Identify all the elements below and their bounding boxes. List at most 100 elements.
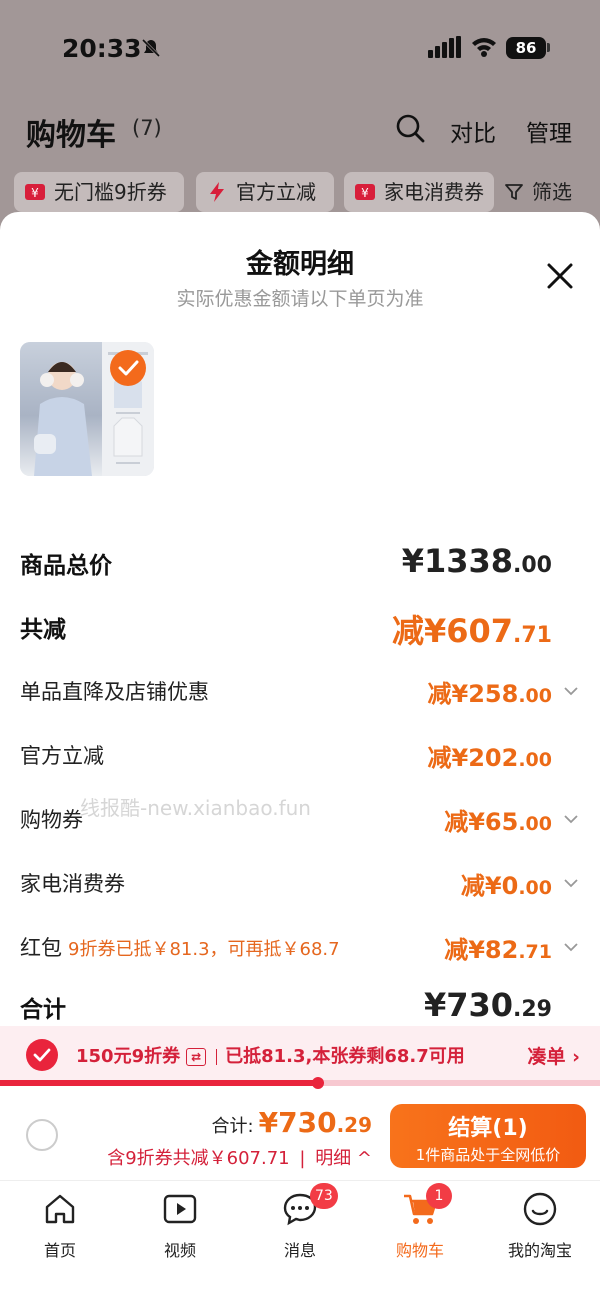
row-label: 家电消费券 — [20, 872, 125, 896]
compare-button[interactable]: 对比 — [450, 114, 496, 148]
battery-tip — [547, 43, 550, 52]
total-line: 合计: ¥730.29 — [211, 1106, 372, 1139]
cart-header: 购物车 (7) 对比 管理 — [0, 100, 600, 156]
message-badge: 73 — [310, 1183, 338, 1209]
tab-home[interactable]: 首页 — [0, 1191, 120, 1261]
home-icon — [45, 1194, 75, 1224]
row-label: 共减 — [20, 617, 66, 643]
total-label: 合计: — [211, 1116, 254, 1137]
row-official-discount: 官方立减 减¥202.00 — [20, 734, 580, 778]
row-label: 单品直降及店铺优惠 — [20, 680, 209, 704]
chevron-down-icon[interactable] — [562, 812, 580, 826]
tab-my-taobao[interactable]: 我的淘宝 — [480, 1191, 600, 1261]
search-icon[interactable] — [394, 112, 426, 144]
filter-icon — [505, 184, 523, 200]
row-label: 购物券 — [20, 808, 83, 832]
tab-label: 消息 — [283, 1241, 316, 1260]
tab-label: 视频 — [163, 1241, 196, 1260]
red-packet-note: 9折券已抵￥81.3，可再抵￥68.7 — [68, 939, 340, 960]
row-label: 合计 — [20, 997, 66, 1023]
close-icon[interactable] — [540, 256, 580, 296]
checkout-sublabel: 1件商品处于全网低价 — [415, 1146, 561, 1164]
battery-level: 86 — [506, 37, 546, 59]
filter-button[interactable]: 筛选 — [498, 172, 572, 212]
row-total-price: 商品总价 ¥1338.00 — [20, 540, 580, 584]
filter-chip-label: 官方立减 — [236, 180, 316, 204]
row-store-discount[interactable]: 单品直降及店铺优惠 减¥258.00 — [20, 670, 580, 714]
filter-chip-label: 无门槛9折券 — [54, 180, 167, 204]
cart-count: (7) — [132, 116, 162, 140]
profile-icon — [523, 1192, 557, 1226]
row-value: 减¥202.00 — [427, 744, 552, 772]
coupon-check-icon[interactable] — [26, 1039, 58, 1071]
coupon-progress-fill — [0, 1080, 318, 1086]
model-illustration — [34, 362, 92, 476]
row-value: 减¥82.71 — [444, 936, 552, 964]
coupon-icon: ¥ — [25, 184, 45, 200]
page-title: 购物车 — [26, 118, 116, 153]
coupon-icon: ¥ — [355, 184, 375, 200]
row-value: 减¥607.71 — [391, 612, 552, 650]
detail-link[interactable]: 明细 ^ — [315, 1148, 372, 1169]
tab-messages[interactable]: 73 消息 — [240, 1183, 360, 1261]
manage-button[interactable]: 管理 — [526, 114, 572, 148]
video-icon — [163, 1194, 197, 1224]
coupon-name: 150元9折券 — [76, 1046, 181, 1067]
product-photo — [20, 342, 102, 476]
status-time: 20:33 — [62, 34, 142, 63]
tab-label: 首页 — [43, 1241, 76, 1260]
row-red-packet[interactable]: 红包 9折券已抵￥81.3，可再抵￥68.7 减¥82.71 — [20, 926, 580, 970]
sheet-title: 金额明细 — [246, 249, 354, 280]
coupon-progress-handle — [312, 1077, 324, 1089]
checkout-button[interactable]: 结算(1) 1件商品处于全网低价 — [390, 1104, 586, 1168]
filter-chip-instant[interactable]: 官方立减 — [196, 172, 334, 212]
checkout-label: 结算(1) — [448, 1116, 528, 1141]
amount-detail-sheet: 金额明细 实际优惠金额请以下单页为准 商品总价 ¥1338.00 共减 减¥60… — [0, 212, 600, 1304]
tab-video[interactable]: 视频 — [120, 1191, 240, 1261]
lightning-icon — [210, 182, 224, 202]
tab-label: 购物车 — [395, 1241, 444, 1260]
chevron-down-icon[interactable] — [562, 876, 580, 890]
background-page: 20:33 86 购物车 (7) 对比 管理 ¥ 无门槛9折券 官方立减 ¥ 家… — [0, 0, 600, 230]
bottom-tab-bar: 首页 视频 73 消息 1 购物车 我的淘宝 — [0, 1180, 600, 1304]
product-thumbnail[interactable] — [20, 342, 154, 476]
coupon-progress — [0, 1077, 600, 1089]
row-value: ¥730.29 — [423, 986, 552, 1024]
row-label: 官方立减 — [20, 744, 104, 768]
sheet-subtitle: 实际优惠金额请以下单页为准 — [176, 288, 424, 310]
divider — [216, 1049, 218, 1065]
status-bar: 20:33 86 — [0, 28, 600, 68]
row-appliance-coupon[interactable]: 家电消费券 减¥0.00 — [20, 862, 580, 906]
svg-text:¥: ¥ — [361, 186, 369, 200]
selected-check-icon — [110, 350, 146, 386]
chevron-down-icon[interactable] — [562, 940, 580, 954]
row-value: 减¥65.00 — [444, 808, 552, 836]
saving-text: 含9折券共减￥607.71 — [107, 1148, 290, 1169]
checkout-bar: 合计: ¥730.29 含9折券共减￥607.71 | 明细 ^ 结算(1) 1… — [0, 1092, 600, 1180]
coupon-status: 已抵81.3,本张券剩68.7可用 — [225, 1046, 465, 1067]
row-total-discount: 共减 减¥607.71 — [20, 604, 580, 650]
wifi-icon — [472, 38, 496, 57]
row-label: 商品总价 — [20, 553, 112, 579]
tab-cart[interactable]: 1 购物车 — [360, 1183, 480, 1261]
coupon-info: 150元9折券 ⇄ 已抵81.3,本张券剩68.7可用 — [76, 1042, 465, 1068]
coupon-bar[interactable]: 150元9折券 ⇄ 已抵81.3,本张券剩68.7可用 凑单 › — [0, 1026, 600, 1084]
svg-text:¥: ¥ — [31, 186, 39, 200]
row-label: 红包 9折券已抵￥81.3，可再抵￥68.7 — [20, 936, 340, 960]
select-all-checkbox[interactable] — [26, 1119, 58, 1151]
watermark: 线报酷-new.xianbao.fun — [80, 796, 311, 820]
filter-chip-appliance[interactable]: ¥ 家电消费券 — [344, 172, 494, 212]
filter-chip-coupon[interactable]: ¥ 无门槛9折券 — [14, 172, 184, 212]
filter-chip-label: 家电消费券 — [384, 180, 484, 204]
row-value: 减¥258.00 — [427, 680, 552, 708]
saving-line: 含9折券共减￥607.71 | 明细 ^ — [107, 1148, 372, 1169]
total-amount: ¥730.29 — [258, 1106, 372, 1139]
filter-label: 筛选 — [532, 180, 572, 204]
signal-icon — [428, 36, 461, 58]
chevron-down-icon[interactable] — [562, 684, 580, 698]
swap-icon[interactable]: ⇄ — [186, 1048, 207, 1066]
tab-label: 我的淘宝 — [507, 1241, 572, 1260]
add-items-button[interactable]: 凑单 › — [528, 1042, 580, 1069]
mute-bell-icon — [141, 38, 161, 58]
row-value: ¥1338.00 — [401, 542, 552, 580]
